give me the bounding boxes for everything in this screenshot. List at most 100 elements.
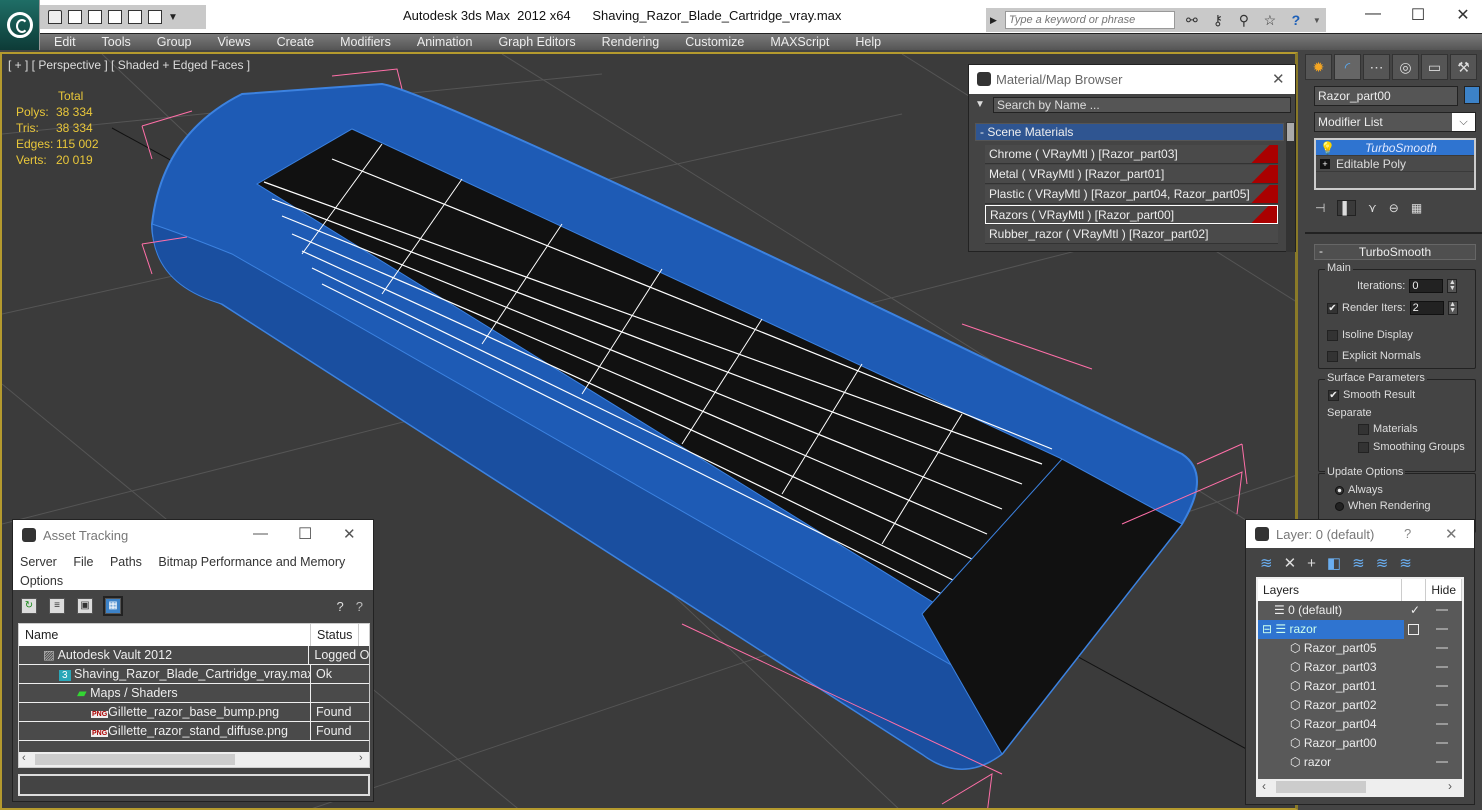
menu-rendering[interactable]: Rendering [588, 35, 672, 49]
close-icon[interactable]: ✕ [1445, 525, 1458, 543]
utilities-tab[interactable]: ⚒ [1450, 54, 1477, 80]
dialog-title-bar[interactable]: Asset Tracking — ☐ ✕ [13, 520, 373, 550]
column-status[interactable]: Status [311, 624, 360, 646]
select-layer-icon[interactable]: ≋ [1352, 554, 1365, 572]
menu-edit[interactable]: Edit [40, 35, 88, 49]
menu-modifiers[interactable]: Modifiers [326, 35, 403, 49]
turbosmooth-rollout-header[interactable]: TurboSmooth [1314, 244, 1476, 260]
show-end-result-icon[interactable]: ▌ [1337, 200, 1356, 216]
asset-path-field[interactable] [18, 774, 370, 796]
star-icon[interactable]: ☆ [1261, 12, 1279, 29]
vault-help-icon[interactable]: ? [337, 599, 344, 614]
modify-tab[interactable]: ◜ [1334, 54, 1361, 80]
dialog-title-bar[interactable]: Material/Map Browser ✕ [969, 65, 1295, 94]
help-icon[interactable]: ? [356, 599, 363, 614]
scroll-left-icon[interactable]: ‹ [1262, 779, 1266, 793]
new-icon[interactable] [88, 10, 102, 24]
scrollbar[interactable] [1286, 122, 1295, 252]
material-search-input[interactable]: Search by Name ... [993, 97, 1291, 113]
object-row[interactable]: ⬡ Razor_part00 [1258, 734, 1462, 753]
stack-item-turbosmooth[interactable]: 💡 TurboSmooth [1316, 140, 1474, 156]
binoculars-icon[interactable]: ⚯ [1183, 12, 1201, 29]
table-row[interactable]: ▰ Maps / Shaders [19, 684, 369, 703]
redo-icon[interactable] [148, 10, 162, 24]
motion-tab[interactable]: ◎ [1392, 54, 1419, 80]
iterations-spinner[interactable]: 0 [1409, 279, 1444, 293]
render-iters-checkbox[interactable]: ✔ [1327, 302, 1338, 314]
scroll-right-icon[interactable]: › [359, 752, 363, 764]
dropdown-icon[interactable]: ▼ [168, 12, 178, 23]
menu-views[interactable]: Views [203, 35, 262, 49]
maximize-icon[interactable]: ☐ [298, 524, 312, 544]
expand-plus-icon[interactable]: + [1320, 158, 1330, 169]
layer-row-selected[interactable]: ⊟ ☰ razor [1258, 620, 1462, 639]
help-dropdown-icon[interactable]: ▼ [1313, 16, 1321, 25]
horizontal-scrollbar[interactable]: ‹ › [1258, 779, 1462, 795]
column-hide[interactable]: Hide [1426, 579, 1462, 601]
select-objects-icon[interactable]: ◧ [1327, 554, 1341, 572]
smoothing-groups-checkbox[interactable] [1358, 441, 1369, 453]
key-icon[interactable]: ⚷ [1209, 12, 1227, 29]
checkmark-icon[interactable]: ✓ [1410, 601, 1420, 620]
collapse-icon[interactable]: - [1319, 244, 1323, 258]
object-row[interactable]: ⬡ Razor_part02 [1258, 696, 1462, 715]
menu-options[interactable]: Options [20, 574, 63, 588]
create-tab[interactable]: ✹ [1305, 54, 1332, 80]
expand-arrow-icon[interactable]: ▶ [990, 15, 997, 26]
material-item-selected[interactable]: Razors ( VRayMtl ) [Razor_part00] [985, 205, 1278, 224]
column-layers[interactable]: Layers [1258, 579, 1402, 601]
menu-bitmap-performance[interactable]: Bitmap Performance and Memory [158, 555, 345, 569]
material-item[interactable]: Rubber_razor ( VRayMtl ) [Razor_part02] [985, 225, 1278, 244]
horizontal-scrollbar[interactable]: ‹ › [19, 752, 369, 767]
menu-maxscript[interactable]: MAXScript [756, 35, 841, 49]
menu-paths[interactable]: Paths [110, 555, 142, 569]
thumbnail-view-icon[interactable]: ▣ [77, 598, 93, 614]
hide-toggle[interactable] [1436, 647, 1448, 649]
chevron-down-icon[interactable]: ⌵ [1452, 113, 1475, 131]
help-icon[interactable]: ? [1404, 526, 1411, 541]
render-iters-spinner[interactable]: 2 [1409, 301, 1444, 315]
make-unique-icon[interactable]: ⋎ [1368, 201, 1377, 215]
list-view-icon[interactable]: ≡ [49, 598, 65, 614]
menu-create[interactable]: Create [263, 35, 327, 49]
table-row[interactable]: 3 Shaving_Razor_Blade_Cartridge_vray.max… [19, 665, 369, 684]
object-row[interactable]: ⬡ Razor_part04 [1258, 715, 1462, 734]
menu-server[interactable]: Server [20, 555, 57, 569]
close-icon[interactable]: ✕ [1272, 70, 1285, 88]
viewport-label[interactable]: [ + ] [ Perspective ] [ Shaded + Edged F… [8, 58, 250, 72]
maximize-button[interactable]: ☐ [1403, 5, 1433, 25]
minimize-icon[interactable]: — [253, 525, 268, 542]
hide-toggle[interactable] [1436, 609, 1448, 611]
hide-toggle[interactable] [1436, 742, 1448, 744]
current-layer-box[interactable] [1408, 624, 1419, 635]
menu-group[interactable]: Group [143, 35, 204, 49]
create-layer-icon[interactable]: ≋ [1260, 554, 1273, 572]
material-item[interactable]: Plastic ( VRayMtl ) [Razor_part04, Razor… [985, 185, 1278, 204]
hide-toggle[interactable] [1436, 704, 1448, 706]
hide-toggle[interactable] [1436, 666, 1448, 668]
close-button[interactable]: ✕ [1448, 5, 1478, 25]
delete-layer-icon[interactable]: ✕ [1284, 554, 1297, 572]
when-rendering-radio[interactable] [1335, 501, 1344, 511]
hierarchy-tab[interactable]: ⋯ [1363, 54, 1390, 80]
smooth-result-checkbox[interactable]: ✔ [1328, 389, 1339, 401]
project-icon[interactable] [108, 10, 122, 24]
menu-animation[interactable]: Animation [403, 35, 485, 49]
satellite-icon[interactable]: ⚲ [1235, 12, 1253, 29]
stack-item-editable-poly[interactable]: + Editable Poly [1316, 156, 1474, 172]
filter-dropdown-icon[interactable]: ▼ [975, 99, 985, 110]
refresh-icon[interactable]: ↻ [21, 598, 37, 614]
table-row[interactable]: PNGGillette_razor_base_bump.png Found [19, 703, 369, 722]
isoline-checkbox[interactable] [1327, 329, 1338, 341]
add-to-layer-icon[interactable]: + [1307, 555, 1316, 572]
close-icon[interactable]: ✕ [343, 525, 356, 543]
hide-toggle[interactable] [1436, 761, 1448, 763]
dialog-title-bar[interactable]: Layer: 0 (default) ? ✕ [1246, 520, 1474, 548]
scroll-right-icon[interactable]: › [1448, 779, 1452, 793]
column-name[interactable]: Name [19, 624, 311, 646]
table-row[interactable]: PNGGillette_razor_stand_diffuse.png Found [19, 722, 369, 741]
menu-customize[interactable]: Customize [671, 35, 756, 49]
explicit-normals-checkbox[interactable] [1327, 350, 1338, 362]
lightbulb-icon[interactable]: 💡 [1320, 140, 1335, 156]
open-icon[interactable] [48, 10, 62, 24]
